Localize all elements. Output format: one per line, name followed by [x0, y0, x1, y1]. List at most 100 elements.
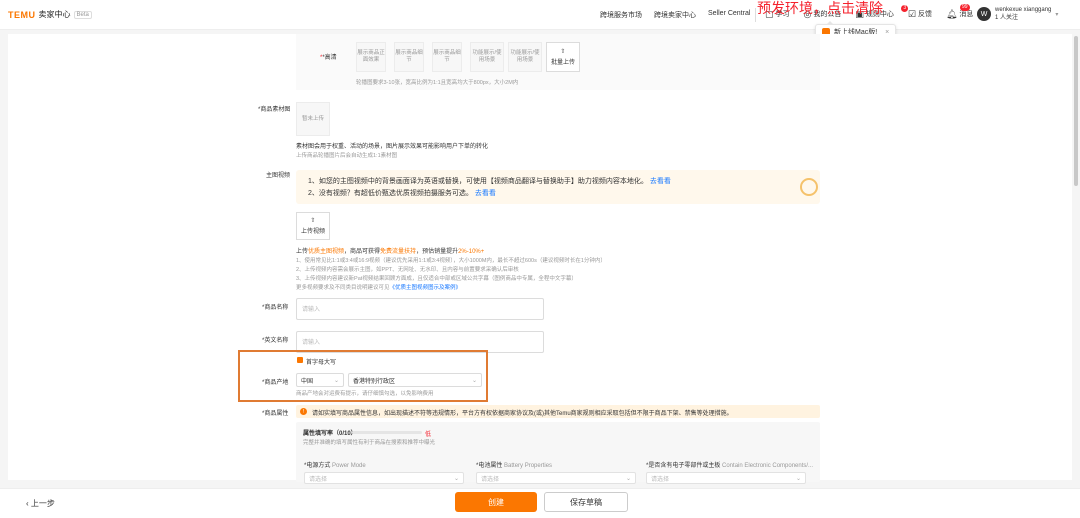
video-notice-2: 2、没有视频？有超低价甄选优质视频拍摄服务可选。 去看看 — [308, 188, 496, 198]
image-slot-3[interactable]: 展示商品细节 — [432, 42, 462, 72]
material-label: *商品素材图 — [258, 107, 291, 113]
video-notice-2-link[interactable]: 去看看 — [475, 190, 496, 197]
fill-rate-level: 低 — [425, 432, 432, 438]
video-rule-1: 1、使用常见比1:1或3:4或16:9视频（建议优先采用1:1或3:4视频），大… — [296, 258, 606, 264]
battery-placeholder: 请选择 — [481, 476, 500, 483]
video-tip-highlight-2: 免费流量扶持 — [380, 249, 417, 255]
video-tip-mid: ，商品可获得 — [344, 249, 381, 255]
video-tip-mid-2: ，预估销量提升 — [416, 249, 459, 255]
video-tip-highlight-3: 2%-10%+ — [458, 249, 485, 255]
attr-field-label-power-mode: *电源方式 Power Mode — [304, 460, 366, 469]
electronic-placeholder: 请选择 — [651, 476, 670, 483]
image-slot-5[interactable]: 功能展示/使用场景 — [508, 42, 542, 72]
origin-country-select[interactable]: 中国 ⌄ — [296, 373, 344, 387]
origin-hint: 商品产地会对运费有提示，请仔细慎勾选，以免影响费用 — [296, 391, 434, 397]
dev-env-warning[interactable]: 预发环境，点击清除 — [757, 0, 883, 18]
english-name-label: *英文名称 — [262, 338, 289, 344]
video-notice-1: 1、如您的主图视频中的背景画面译为英语或替换，可使用【视频商品翻译与替换助手】助… — [308, 176, 671, 186]
chevron-down-icon: ⌄ — [625, 475, 631, 482]
attr-field-label-power-mode-en: Power Mode — [332, 463, 366, 469]
beta-badge: Beta — [73, 10, 92, 19]
image-slot-1[interactable]: 展示商品正面效果 — [356, 42, 386, 72]
nav-link-cross-border-center[interactable]: 跨境卖家中心 — [654, 10, 696, 20]
user-info: wenkexue xianggang 1 人关注 — [995, 6, 1051, 22]
fill-rate-label: 属性填写率（0/10） — [303, 431, 357, 437]
upload-video-button[interactable]: ⇧ 上传视频 — [296, 212, 330, 240]
attr-field-label-electronic-cn: *是否含有电子零部件或主板 — [646, 463, 721, 469]
video-notice-1-link[interactable]: 去看看 — [650, 178, 671, 185]
product-name-label: *商品名称 — [262, 305, 289, 311]
messages-button[interactable]: 🔔︎ 消息 99 — [945, 4, 973, 19]
video-notice-box: 1、如您的主图视频中的背景画面译为英语或替换，可使用【视频商品翻译与替换助手】助… — [296, 170, 820, 204]
chevron-down-icon: ▾ — [1055, 11, 1059, 18]
nav-link-service-market[interactable]: 跨境服务市场 — [600, 10, 642, 20]
top-nav-links: 跨境服务市场 跨境卖家中心 Seller Central — [600, 10, 750, 20]
save-draft-button[interactable]: 保存草稿 — [544, 492, 628, 512]
feedback-button[interactable]: ☑ 反馈 — [908, 9, 932, 19]
brand-logo: TEMU — [8, 9, 36, 20]
create-button[interactable]: 创建 — [455, 492, 537, 512]
upload-icon: ⇧ — [560, 49, 566, 55]
origin-country-value: 中国 — [301, 378, 314, 385]
chevron-down-icon: ⌄ — [453, 475, 459, 482]
product-name-input[interactable]: 请输入 — [296, 298, 544, 320]
origin-region-select[interactable]: 香港特别行政区 ⌄ — [348, 373, 482, 387]
fill-rate-progress — [352, 431, 422, 434]
scrollbar-thumb[interactable] — [1074, 36, 1078, 186]
back-label: 上一步 — [30, 499, 55, 508]
chevron-left-icon: ‹ — [26, 499, 29, 508]
capitalize-label: 首字母大写 — [306, 360, 337, 366]
upload-video-label: 上传视频 — [300, 229, 325, 235]
video-tip-prefix: 上传 — [296, 249, 309, 255]
avatar: W — [977, 7, 991, 21]
attributes-warning-bar: ! 请如实填写商品属性信息，如出现描述不符等违规情形，平台方有权依据商家协议及(… — [296, 405, 820, 418]
power-mode-placeholder: 请选择 — [309, 476, 328, 483]
user-name: wenkexue xianggang — [995, 7, 1052, 13]
image-label-text: *高清 — [322, 55, 337, 61]
image-slot-2[interactable]: 展示商品细节 — [394, 42, 424, 72]
footer-bar: ‹ 上一步 创建 保存草稿 — [0, 488, 1080, 518]
feedback-icon: ☑ — [907, 8, 916, 19]
upload-icon: ⇧ — [310, 218, 316, 224]
attr-field-label-electronic: *是否含有电子零部件或主板 Contain Electronic Compone… — [646, 460, 813, 469]
attributes-warning-text: 请如实填写商品属性信息，如出现描述不符等违规情形，平台方有权依据商家协议及(或)… — [312, 411, 733, 417]
material-upload-slot[interactable]: 暂未上传 — [296, 102, 330, 136]
attr-field-label-electronic-en: Contain Electronic Components/... — [722, 463, 814, 469]
nav-link-seller-central[interactable]: Seller Central — [708, 10, 750, 20]
video-more-link[interactable]: 《优质主图视频图示及案例》 — [390, 285, 462, 291]
attr-field-label-battery-cn: *电池属性 — [476, 463, 503, 469]
top-navigation-bar: TEMU 卖家中心 Beta 跨境服务市场 跨境卖家中心 Seller Cent… — [0, 0, 1080, 30]
bell-icon: 🔔︎ — [945, 8, 958, 19]
video-label: 主图视频 — [266, 173, 291, 179]
chevron-down-icon: ⌄ — [471, 377, 477, 384]
batch-upload-label: 批量上传 — [550, 60, 575, 66]
video-notice-2-text: 2、没有视频？有超低价甄选优质视频拍摄服务可选。 — [308, 190, 473, 197]
user-menu[interactable]: W wenkexue xianggang 1 人关注 ▾ — [977, 6, 1058, 22]
video-tip: 上传优质主图视频，商品可获得免费流量扶持，预估销量提升2%-10%+ — [296, 246, 484, 255]
capitalize-checkbox[interactable] — [297, 357, 303, 363]
video-more-text: 更多视频要求及不同类目说明建议可见 — [296, 285, 390, 291]
electronic-components-select[interactable]: 请选择 ⌄ — [646, 472, 806, 484]
power-mode-select[interactable]: 请选择 ⌄ — [304, 472, 464, 484]
fill-rate-hint: 完整并准确的填写属性有利于商品在搜索和推荐中曝光 — [303, 440, 436, 446]
video-notice-1-text: 1、如您的主图视频中的背景画面译为英语或替换，可使用【视频商品翻译与替换助手】助… — [308, 178, 648, 185]
chevron-down-icon: ⌄ — [333, 377, 339, 384]
image-hint: 轮播图要求3-10张，宽高比例为1:1且宽高均大于800px，大小2M内 — [356, 80, 519, 86]
video-more: 更多视频要求及不同类目说明建议可见《优质主图视频图示及案例》 — [296, 283, 461, 291]
batch-upload-button[interactable]: ⇧ 批量上传 — [546, 42, 580, 72]
chevron-down-icon: ⌄ — [795, 475, 801, 482]
divider — [755, 8, 756, 22]
logo[interactable]: TEMU 卖家中心 Beta — [8, 9, 92, 20]
video-tip-highlight-1: 优质主图视频 — [308, 249, 345, 255]
messages-badge: 99 — [959, 4, 970, 11]
attr-field-label-battery-en: Battery Properties — [504, 463, 553, 469]
video-rule-3: 3、上传视频内容建议新Pat视频结果回顾方面成，且仅适合中部或区域公共字幕（图例… — [296, 276, 577, 282]
battery-properties-select[interactable]: 请选择 ⌄ — [476, 472, 636, 484]
material-hint: 上传商品轮播图片后会自动生成1:1素材图 — [296, 153, 398, 159]
image-label: **高清 — [320, 52, 337, 61]
back-button[interactable]: ‹ 上一步 — [26, 498, 55, 509]
feedback-label: 反馈 — [917, 11, 932, 18]
warning-icon: ! — [300, 408, 307, 415]
attr-field-label-battery: *电池属性 Battery Properties — [476, 460, 552, 469]
image-slot-4[interactable]: 功能展示/使用场景 — [470, 42, 504, 72]
